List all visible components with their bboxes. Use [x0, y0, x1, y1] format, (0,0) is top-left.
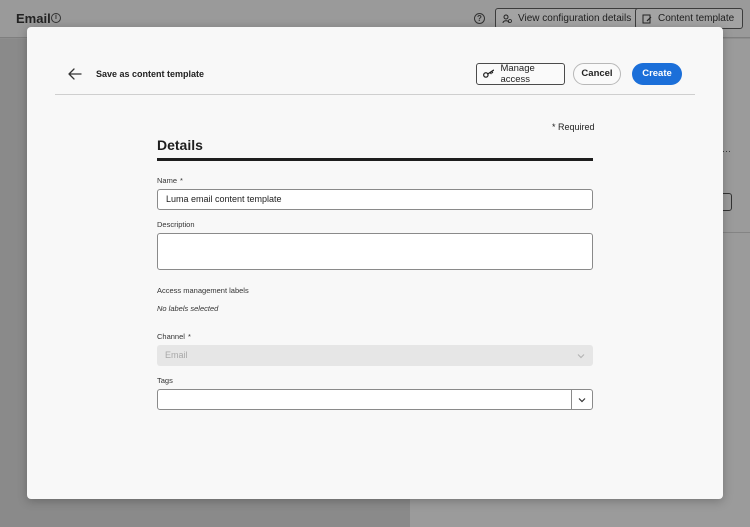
key-icon: [483, 69, 495, 78]
header-divider: [55, 94, 695, 95]
page-title: Email: [16, 11, 51, 26]
dialog-header: Save as content template Manage access C…: [54, 63, 696, 95]
access-labels-label: Access management labels: [157, 286, 249, 295]
description-input[interactable]: [157, 233, 593, 270]
create-button[interactable]: Create: [632, 63, 682, 85]
settings-user-icon: [502, 14, 512, 23]
channel-label-text: Channel: [157, 332, 185, 341]
info-icon[interactable]: i: [51, 13, 61, 23]
section-title: Details: [157, 137, 203, 153]
back-arrow-icon[interactable]: [67, 66, 83, 82]
channel-value: Email: [165, 350, 188, 360]
view-configuration-details-label: View configuration details: [518, 13, 632, 24]
required-asterisk: *: [180, 176, 183, 185]
name-label: Name *: [157, 176, 183, 185]
tags-label: Tags: [157, 376, 173, 385]
chevron-down-icon: [577, 354, 585, 359]
manage-access-label: Manage access: [500, 63, 535, 85]
content-template-button[interactable]: Content template: [635, 8, 744, 29]
access-labels-empty-text: No labels selected: [157, 304, 219, 313]
cancel-button[interactable]: Cancel: [573, 63, 621, 85]
save-template-dialog: Save as content template Manage access C…: [27, 27, 723, 499]
required-asterisk: *: [187, 332, 191, 341]
section-rule: [157, 158, 593, 161]
view-configuration-details-button[interactable]: View configuration details: [495, 8, 641, 29]
help-icon[interactable]: ?: [474, 13, 485, 24]
tags-dropdown-button[interactable]: [571, 390, 592, 409]
edit-document-icon: [642, 14, 652, 23]
required-note: * Required: [552, 122, 595, 132]
channel-label: Channel *: [157, 332, 191, 341]
tags-combobox[interactable]: [157, 389, 593, 410]
chevron-down-icon: [578, 398, 586, 403]
name-input[interactable]: Luma email content template: [157, 189, 593, 210]
dialog-title: Save as content template: [96, 69, 205, 79]
manage-access-button[interactable]: Manage access: [476, 63, 565, 85]
description-label: Description: [157, 220, 195, 229]
name-label-text: Name: [157, 176, 178, 185]
content-template-label: Content template: [658, 13, 735, 24]
more-icon: ⋯: [722, 146, 731, 156]
channel-select: Email: [157, 345, 593, 366]
